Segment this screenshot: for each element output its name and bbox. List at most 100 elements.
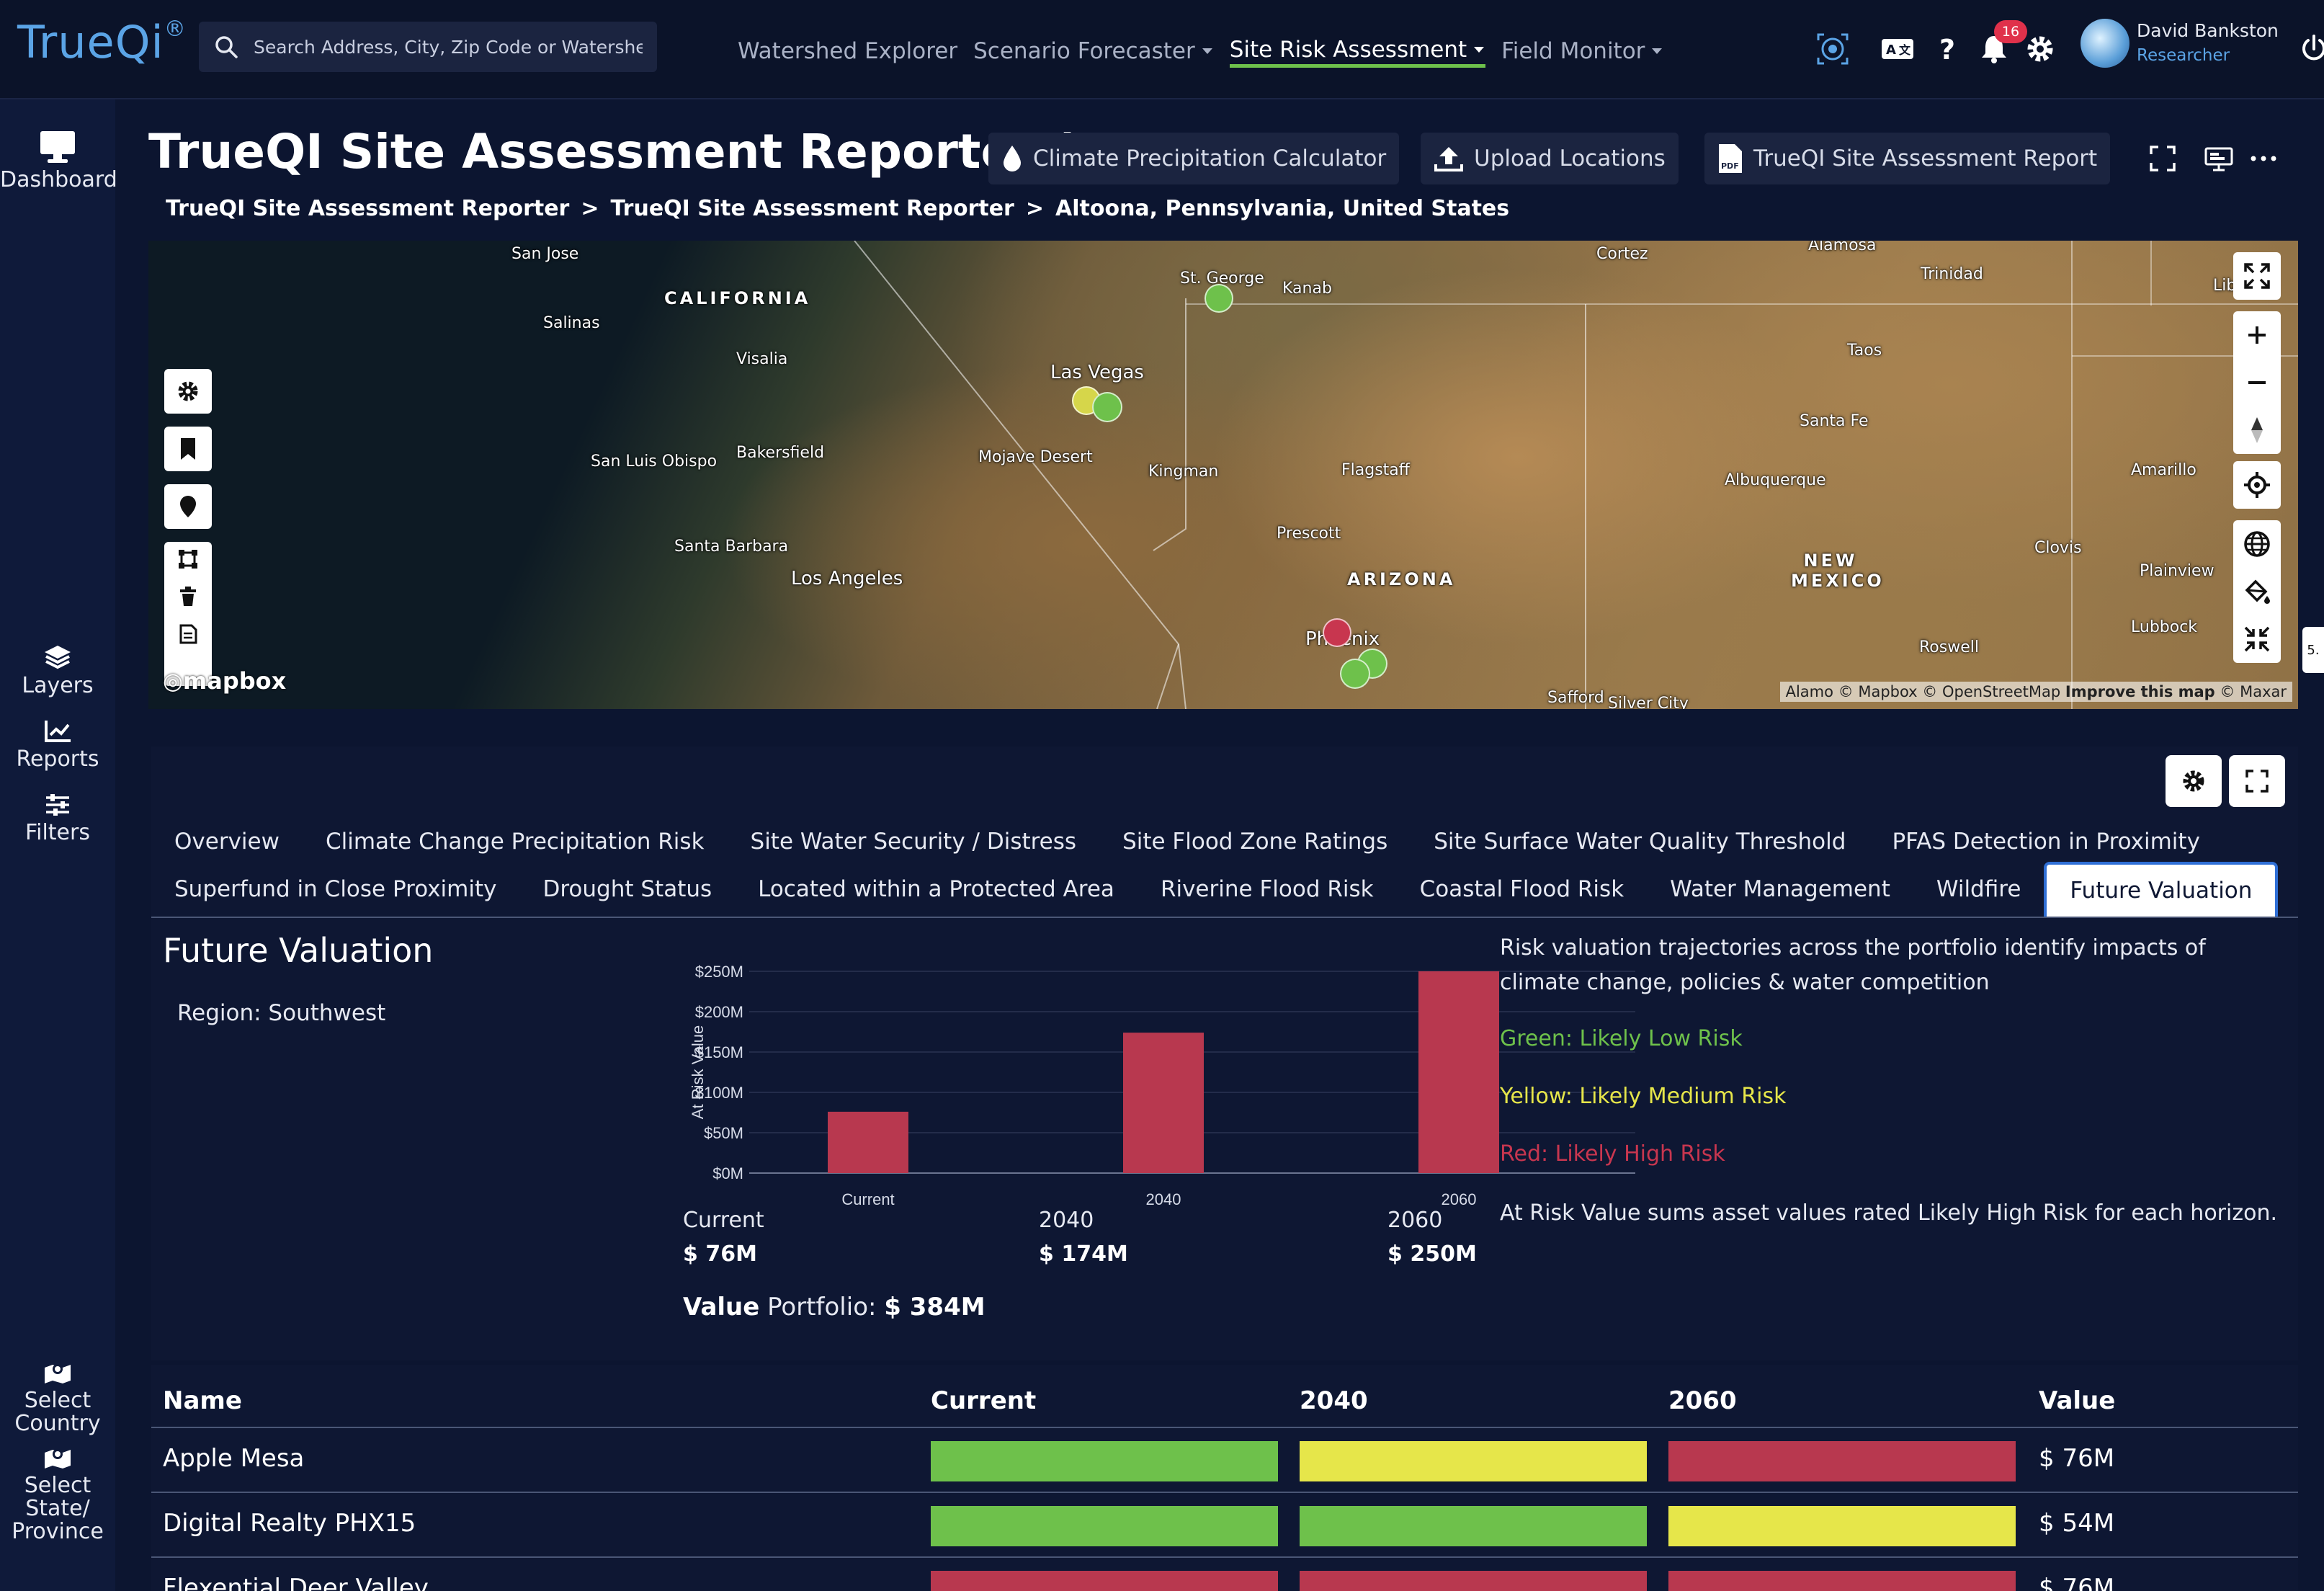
column-header-value[interactable]: Value bbox=[2039, 1386, 2115, 1415]
portfolio-label-suffix: Portfolio: bbox=[759, 1293, 885, 1322]
mapbox-logo-text: mapbox bbox=[182, 667, 287, 695]
tab-site-flood-zone-ratings[interactable]: Site Flood Zone Ratings bbox=[1099, 814, 1411, 869]
table-row[interactable]: Flexential Deer Valley $ 76M bbox=[151, 1556, 2298, 1591]
side-drawer-tab[interactable]: 5. bbox=[2302, 627, 2324, 673]
nav-field-monitor[interactable]: Field Monitor bbox=[1501, 35, 1663, 68]
bar-2060 bbox=[1418, 971, 1499, 1173]
tab-protected-area[interactable]: Located within a Protected Area bbox=[735, 862, 1138, 917]
avatar[interactable] bbox=[2081, 19, 2129, 68]
nav-scenario-forecaster[interactable]: Scenario Forecaster bbox=[973, 35, 1214, 68]
fullscreen-icon bbox=[2245, 770, 2269, 793]
geolocate-button[interactable] bbox=[2233, 461, 2281, 509]
more-icon[interactable] bbox=[2248, 143, 2279, 174]
tab-row: Superfund in Close Proximity Drought Sta… bbox=[151, 862, 2279, 917]
map-label: Santa Fe bbox=[1800, 412, 1869, 430]
map-label: Mojave Desert bbox=[978, 448, 1093, 466]
site-marker-red[interactable] bbox=[1323, 618, 1351, 647]
sidebar-item-dashboard[interactable]: Dashboard bbox=[0, 130, 117, 192]
tab-pfas-detection[interactable]: PFAS Detection in Proximity bbox=[1869, 814, 2222, 869]
paint-bucket-button[interactable] bbox=[2233, 568, 2281, 615]
column-header-2060[interactable]: 2060 bbox=[1668, 1386, 1737, 1415]
sidebar-item-filters[interactable]: Filters bbox=[0, 793, 115, 844]
sidebar-item-select-country[interactable]: Select Country bbox=[0, 1360, 115, 1435]
nav-site-risk-assessment[interactable]: Site Risk Assessment bbox=[1229, 35, 1486, 68]
summary-label: Current bbox=[683, 1208, 764, 1233]
tab-future-valuation[interactable]: Future Valuation bbox=[2044, 862, 2279, 917]
power-icon[interactable] bbox=[2297, 32, 2324, 66]
sidebar-label: Dashboard bbox=[0, 167, 117, 192]
nav-watershed-explorer[interactable]: Watershed Explorer bbox=[738, 35, 957, 68]
future-valuation-chart: $0M$50M$100M$150M$200M$250MAt Risk Value… bbox=[689, 963, 1635, 1208]
satellite-map[interactable]: San Jose Salinas CALIFORNIA Visalia Bake… bbox=[148, 241, 2298, 709]
crosshair-icon bbox=[2244, 472, 2270, 498]
tab-coastal-flood-risk[interactable]: Coastal Flood Risk bbox=[1397, 862, 1648, 917]
site-marker-green[interactable] bbox=[1092, 392, 1122, 422]
maxar-credit[interactable]: © Maxar bbox=[2220, 683, 2287, 700]
site-marker-green[interactable] bbox=[1205, 284, 1233, 313]
panel-settings-button[interactable] bbox=[2166, 755, 2222, 807]
sidebar-item-select-state[interactable]: Select State/ Province bbox=[0, 1445, 115, 1543]
sidebar-item-reports[interactable]: Reports bbox=[0, 719, 115, 771]
climate-precipitation-button[interactable]: Climate Precipitation Calculator bbox=[988, 133, 1400, 184]
attribution-text[interactable]: Alamo © Mapbox © OpenStreetMap bbox=[1786, 683, 2061, 700]
map-label: Safford bbox=[1547, 689, 1604, 707]
logo[interactable]: TrueQi® bbox=[17, 16, 187, 68]
map-settings-button[interactable] bbox=[164, 369, 212, 414]
map-label: Visalia bbox=[736, 350, 788, 368]
trash-icon[interactable] bbox=[179, 587, 197, 607]
zoom-in-button[interactable] bbox=[2233, 311, 2281, 359]
tab-overview[interactable]: Overview bbox=[151, 814, 303, 869]
map-label: Kanab bbox=[1282, 280, 1332, 298]
upload-locations-button[interactable]: Upload Locations bbox=[1421, 133, 1679, 184]
document-icon[interactable] bbox=[179, 624, 197, 644]
breadcrumb-separator: > bbox=[581, 196, 599, 221]
globe-button[interactable] bbox=[2233, 520, 2281, 568]
tab-superfund-proximity[interactable]: Superfund in Close Proximity bbox=[151, 862, 519, 917]
column-header-current[interactable]: Current bbox=[931, 1386, 1036, 1415]
map-pin-icon bbox=[45, 1449, 71, 1469]
paint-bucket-icon bbox=[2245, 579, 2270, 604]
svg-text:文: 文 bbox=[1899, 43, 1911, 57]
tab-wildfire[interactable]: Wildfire bbox=[1913, 862, 2044, 917]
tab-riverine-flood-risk[interactable]: Riverine Flood Risk bbox=[1138, 862, 1397, 917]
site-assessment-report-button[interactable]: PDF TrueQI Site Assessment Report bbox=[1704, 133, 2111, 184]
present-icon[interactable] bbox=[2203, 143, 2235, 174]
search-input[interactable] bbox=[254, 36, 643, 58]
sidebar-label: Filters bbox=[25, 820, 90, 845]
tab-site-water-security[interactable]: Site Water Security / Distress bbox=[728, 814, 1100, 869]
risk-bar-2040 bbox=[1300, 1506, 1647, 1546]
gear-icon[interactable] bbox=[2023, 32, 2057, 66]
site-marker-green[interactable] bbox=[1340, 659, 1370, 689]
map-fullscreen-button[interactable] bbox=[2233, 252, 2281, 300]
target-icon[interactable] bbox=[1815, 32, 1850, 66]
tab-row: Overview Climate Change Precipitation Ri… bbox=[151, 814, 2223, 869]
translate-icon[interactable]: A 文 bbox=[1880, 32, 1915, 66]
location-pin-icon bbox=[180, 496, 196, 517]
column-header-name[interactable]: Name bbox=[163, 1386, 242, 1415]
sidebar-item-layers[interactable]: Layers bbox=[0, 644, 115, 698]
compass-icon bbox=[2251, 417, 2263, 443]
breadcrumb-item[interactable]: TrueQI Site Assessment Reporter bbox=[611, 196, 1014, 221]
tab-surface-water-quality[interactable]: Site Surface Water Quality Threshold bbox=[1411, 814, 1869, 869]
breadcrumb-item[interactable]: TrueQI Site Assessment Reporter bbox=[166, 196, 569, 221]
zoom-out-button[interactable] bbox=[2233, 359, 2281, 406]
improve-map-link[interactable]: Improve this map bbox=[2065, 683, 2215, 700]
help-icon[interactable]: ? bbox=[1931, 32, 1965, 66]
column-header-2040[interactable]: 2040 bbox=[1300, 1386, 1368, 1415]
map-pin-button[interactable] bbox=[164, 484, 212, 529]
region-label: Region: Southwest bbox=[177, 1000, 386, 1026]
panel-fullscreen-button[interactable] bbox=[2229, 755, 2285, 807]
map-draw-toolbar bbox=[164, 542, 212, 686]
tab-climate-change-precipitation-risk[interactable]: Climate Change Precipitation Risk bbox=[303, 814, 728, 869]
compass-button[interactable] bbox=[2233, 406, 2281, 454]
tab-water-management[interactable]: Water Management bbox=[1647, 862, 1913, 917]
table-row[interactable]: Digital Realty PHX15 $ 54M bbox=[151, 1492, 2298, 1555]
search-box[interactable] bbox=[199, 22, 657, 72]
tab-drought-status[interactable]: Drought Status bbox=[519, 862, 735, 917]
polygon-draw-icon[interactable] bbox=[178, 549, 198, 569]
table-row[interactable]: Apple Mesa $ 76M bbox=[151, 1427, 2298, 1490]
map-bookmark-button[interactable] bbox=[164, 427, 212, 471]
fullscreen-icon[interactable] bbox=[2147, 143, 2178, 174]
collapse-button[interactable] bbox=[2233, 615, 2281, 663]
x-tick-label: 2060 bbox=[1442, 1190, 1477, 1208]
